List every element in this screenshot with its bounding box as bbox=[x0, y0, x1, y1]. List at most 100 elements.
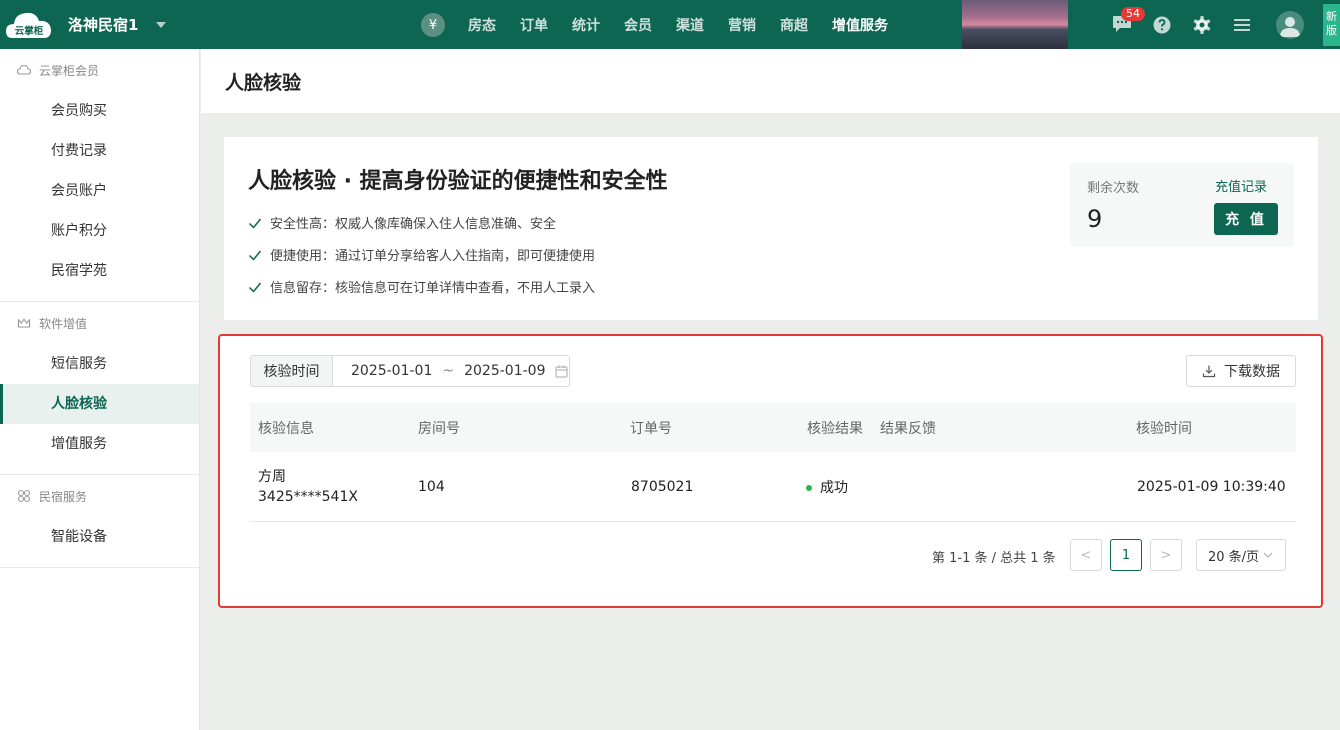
user-avatar[interactable] bbox=[1276, 11, 1304, 39]
user-icon bbox=[1280, 17, 1300, 37]
column-header-verification-result: 核验结果 bbox=[807, 420, 863, 437]
feature-text: 便捷使用：通过订单分享给客人入住指南，即可便捷使用 bbox=[270, 249, 596, 264]
sidebar: 云掌柜会员 会员购买 付费记录 会员账户 账户积分 民宿学苑 软件增值 短信服务… bbox=[0, 49, 200, 730]
page-size-select[interactable]: 20 条/页 bbox=[1196, 539, 1286, 571]
yunzhanggui-logo[interactable]: 云掌柜 bbox=[6, 8, 52, 42]
recharge-button[interactable]: 充 值 bbox=[1214, 203, 1278, 235]
feature-item: 便捷使用：通过订单分享给客人入住指南，即可便捷使用 bbox=[248, 245, 595, 264]
sidebar-item-sms-service[interactable]: 短信服务 bbox=[0, 344, 199, 384]
date-end: 2025-01-09 bbox=[464, 363, 546, 379]
message-count-badge: 54 bbox=[1121, 7, 1145, 21]
sidebar-item-account-points[interactable]: 账户积分 bbox=[0, 211, 199, 251]
room-number-cell: 104 bbox=[418, 478, 445, 495]
recharge-history-link[interactable]: 充值记录 bbox=[1215, 176, 1267, 195]
cloud-icon bbox=[17, 64, 31, 75]
chevron-down-icon bbox=[156, 21, 167, 28]
feature-text: 安全性高：权威人像库确保入住人信息准确、安全 bbox=[270, 217, 557, 232]
yen-icon[interactable]: ¥ bbox=[421, 13, 445, 37]
sidebar-item-face-verification[interactable]: 人脸核验 bbox=[0, 384, 199, 424]
column-header-room-number: 房间号 bbox=[418, 420, 460, 437]
feature-item: 安全性高：权威人像库确保入住人信息准确、安全 bbox=[248, 213, 556, 232]
remaining-count-label: 剩余次数 bbox=[1087, 181, 1140, 196]
checkmark-icon bbox=[248, 250, 262, 261]
hotel-selector[interactable]: 洛神民宿1 bbox=[68, 14, 167, 35]
page-size-value: 20 条/页 bbox=[1208, 549, 1260, 565]
nav-value-added-services[interactable]: 增值服务 bbox=[820, 15, 900, 35]
sidebar-group-header: 云掌柜会员 bbox=[0, 49, 199, 91]
guest-id-number: 3425****541X bbox=[258, 488, 358, 505]
success-status-dot bbox=[806, 484, 812, 491]
calendar-icon bbox=[555, 365, 568, 377]
page-title: 人脸核验 bbox=[225, 72, 302, 94]
page-number-button[interactable]: 1 bbox=[1110, 539, 1142, 571]
verification-records-panel: 核验时间 2025-01-01 ~ 2025-01-09 下载数据 核验信息 房… bbox=[218, 334, 1323, 608]
remaining-count-value: 9 bbox=[1087, 205, 1103, 233]
date-separator: ~ bbox=[442, 363, 455, 379]
gear-icon[interactable] bbox=[1192, 15, 1212, 35]
nav-members[interactable]: 会员 bbox=[612, 15, 664, 35]
guest-name: 方周 bbox=[258, 468, 286, 485]
sidebar-item-smart-devices[interactable]: 智能设备 bbox=[0, 517, 199, 557]
sidebar-group-header: 软件增值 bbox=[0, 302, 199, 344]
date-start: 2025-01-01 bbox=[351, 363, 433, 379]
sidebar-group-title: 云掌柜会员 bbox=[39, 63, 100, 78]
help-icon[interactable] bbox=[1152, 15, 1172, 35]
sidebar-group-title: 软件增值 bbox=[39, 316, 88, 331]
sidebar-item-academy[interactable]: 民宿学苑 bbox=[0, 251, 199, 291]
checkmark-icon bbox=[248, 218, 262, 229]
sidebar-group-title: 民宿服务 bbox=[39, 489, 88, 504]
order-number-cell: 8705021 bbox=[631, 478, 694, 495]
new-version-button[interactable]: 新版 bbox=[1323, 4, 1340, 46]
download-icon bbox=[1202, 365, 1216, 378]
sidebar-group-software-addons: 软件增值 短信服务 人脸核验 增值服务 bbox=[0, 302, 199, 475]
logo-text: 云掌柜 bbox=[15, 25, 44, 37]
pagination: 第 1-1 条 / 总共 1 条 < 1 > 20 条/页 bbox=[220, 539, 1321, 571]
nav-shop[interactable]: 商超 bbox=[768, 15, 820, 35]
sidebar-item-membership-purchase[interactable]: 会员购买 bbox=[0, 91, 199, 131]
feature-text: 信息留存：核验信息可在订单详情中查看，不用人工录入 bbox=[270, 281, 596, 296]
sidebar-group-header: 民宿服务 bbox=[0, 475, 199, 517]
quota-panel: 剩余次数 9 充值记录 充 值 bbox=[1070, 163, 1294, 247]
previous-page-button[interactable]: < bbox=[1070, 539, 1102, 571]
guest-info-cell: 方周 3425****541X bbox=[258, 467, 358, 507]
checkmark-icon bbox=[248, 282, 262, 293]
next-page-button[interactable]: > bbox=[1150, 539, 1182, 571]
verification-result-text: 成功 bbox=[820, 479, 848, 496]
sidebar-group-guesthouse-services: 民宿服务 智能设备 bbox=[0, 475, 199, 568]
top-navigation-bar: 云掌柜 洛神民宿1 ¥ 房态 订单 统计 会员 渠道 营销 商超 增值服务 54 bbox=[0, 0, 1340, 49]
crown-icon bbox=[17, 317, 31, 328]
intro-headline: 人脸核验 · 提高身份验证的便捷性和安全性 bbox=[248, 169, 668, 194]
date-filter-label: 核验时间 bbox=[251, 356, 333, 386]
chevron-down-icon bbox=[1263, 552, 1273, 558]
column-header-order-number: 订单号 bbox=[630, 420, 672, 437]
sidebar-item-member-account[interactable]: 会员账户 bbox=[0, 171, 199, 211]
table-header: 核验信息 房间号 订单号 核验结果 结果反馈 核验时间 bbox=[250, 403, 1296, 452]
feature-item: 信息留存：核验信息可在订单详情中查看，不用人工录入 bbox=[248, 277, 595, 296]
column-header-result-feedback: 结果反馈 bbox=[880, 420, 936, 437]
menu-icon[interactable] bbox=[1232, 15, 1252, 35]
nav-statistics[interactable]: 统计 bbox=[560, 15, 612, 35]
date-range-picker[interactable]: 2025-01-01 ~ 2025-01-09 bbox=[333, 356, 569, 386]
table-row: 方周 3425****541X 104 8705021 成功 2025-01-0… bbox=[250, 452, 1296, 522]
nav-channels[interactable]: 渠道 bbox=[664, 15, 716, 35]
nav-room-status[interactable]: 房态 bbox=[456, 15, 508, 35]
grid-icon bbox=[17, 489, 31, 503]
scenery-banner-image[interactable] bbox=[962, 0, 1068, 49]
sidebar-group-membership: 云掌柜会员 会员购买 付费记录 会员账户 账户积分 民宿学苑 bbox=[0, 49, 199, 302]
sidebar-item-value-added-services[interactable]: 增值服务 bbox=[0, 424, 199, 464]
download-data-label: 下载数据 bbox=[1224, 364, 1280, 380]
pagination-summary: 第 1-1 条 / 总共 1 条 bbox=[932, 551, 1056, 566]
page-header: 人脸核验 bbox=[201, 49, 1340, 113]
column-header-verification-time: 核验时间 bbox=[1136, 420, 1192, 437]
verification-time-cell: 2025-01-09 10:39:40 bbox=[1137, 478, 1286, 495]
hotel-name: 洛神民宿1 bbox=[68, 16, 139, 34]
nav-marketing[interactable]: 营销 bbox=[716, 15, 768, 35]
date-filter: 核验时间 2025-01-01 ~ 2025-01-09 bbox=[250, 355, 570, 387]
download-data-button[interactable]: 下载数据 bbox=[1186, 355, 1296, 387]
column-header-verification-info: 核验信息 bbox=[258, 420, 314, 437]
main-nav: 房态 订单 统计 会员 渠道 营销 商超 增值服务 bbox=[456, 0, 900, 49]
intro-card: 人脸核验 · 提高身份验证的便捷性和安全性 安全性高：权威人像库确保入住人信息准… bbox=[224, 137, 1318, 320]
verification-result-cell: 成功 bbox=[806, 477, 848, 497]
sidebar-item-payment-records[interactable]: 付费记录 bbox=[0, 131, 199, 171]
nav-orders[interactable]: 订单 bbox=[508, 15, 560, 35]
